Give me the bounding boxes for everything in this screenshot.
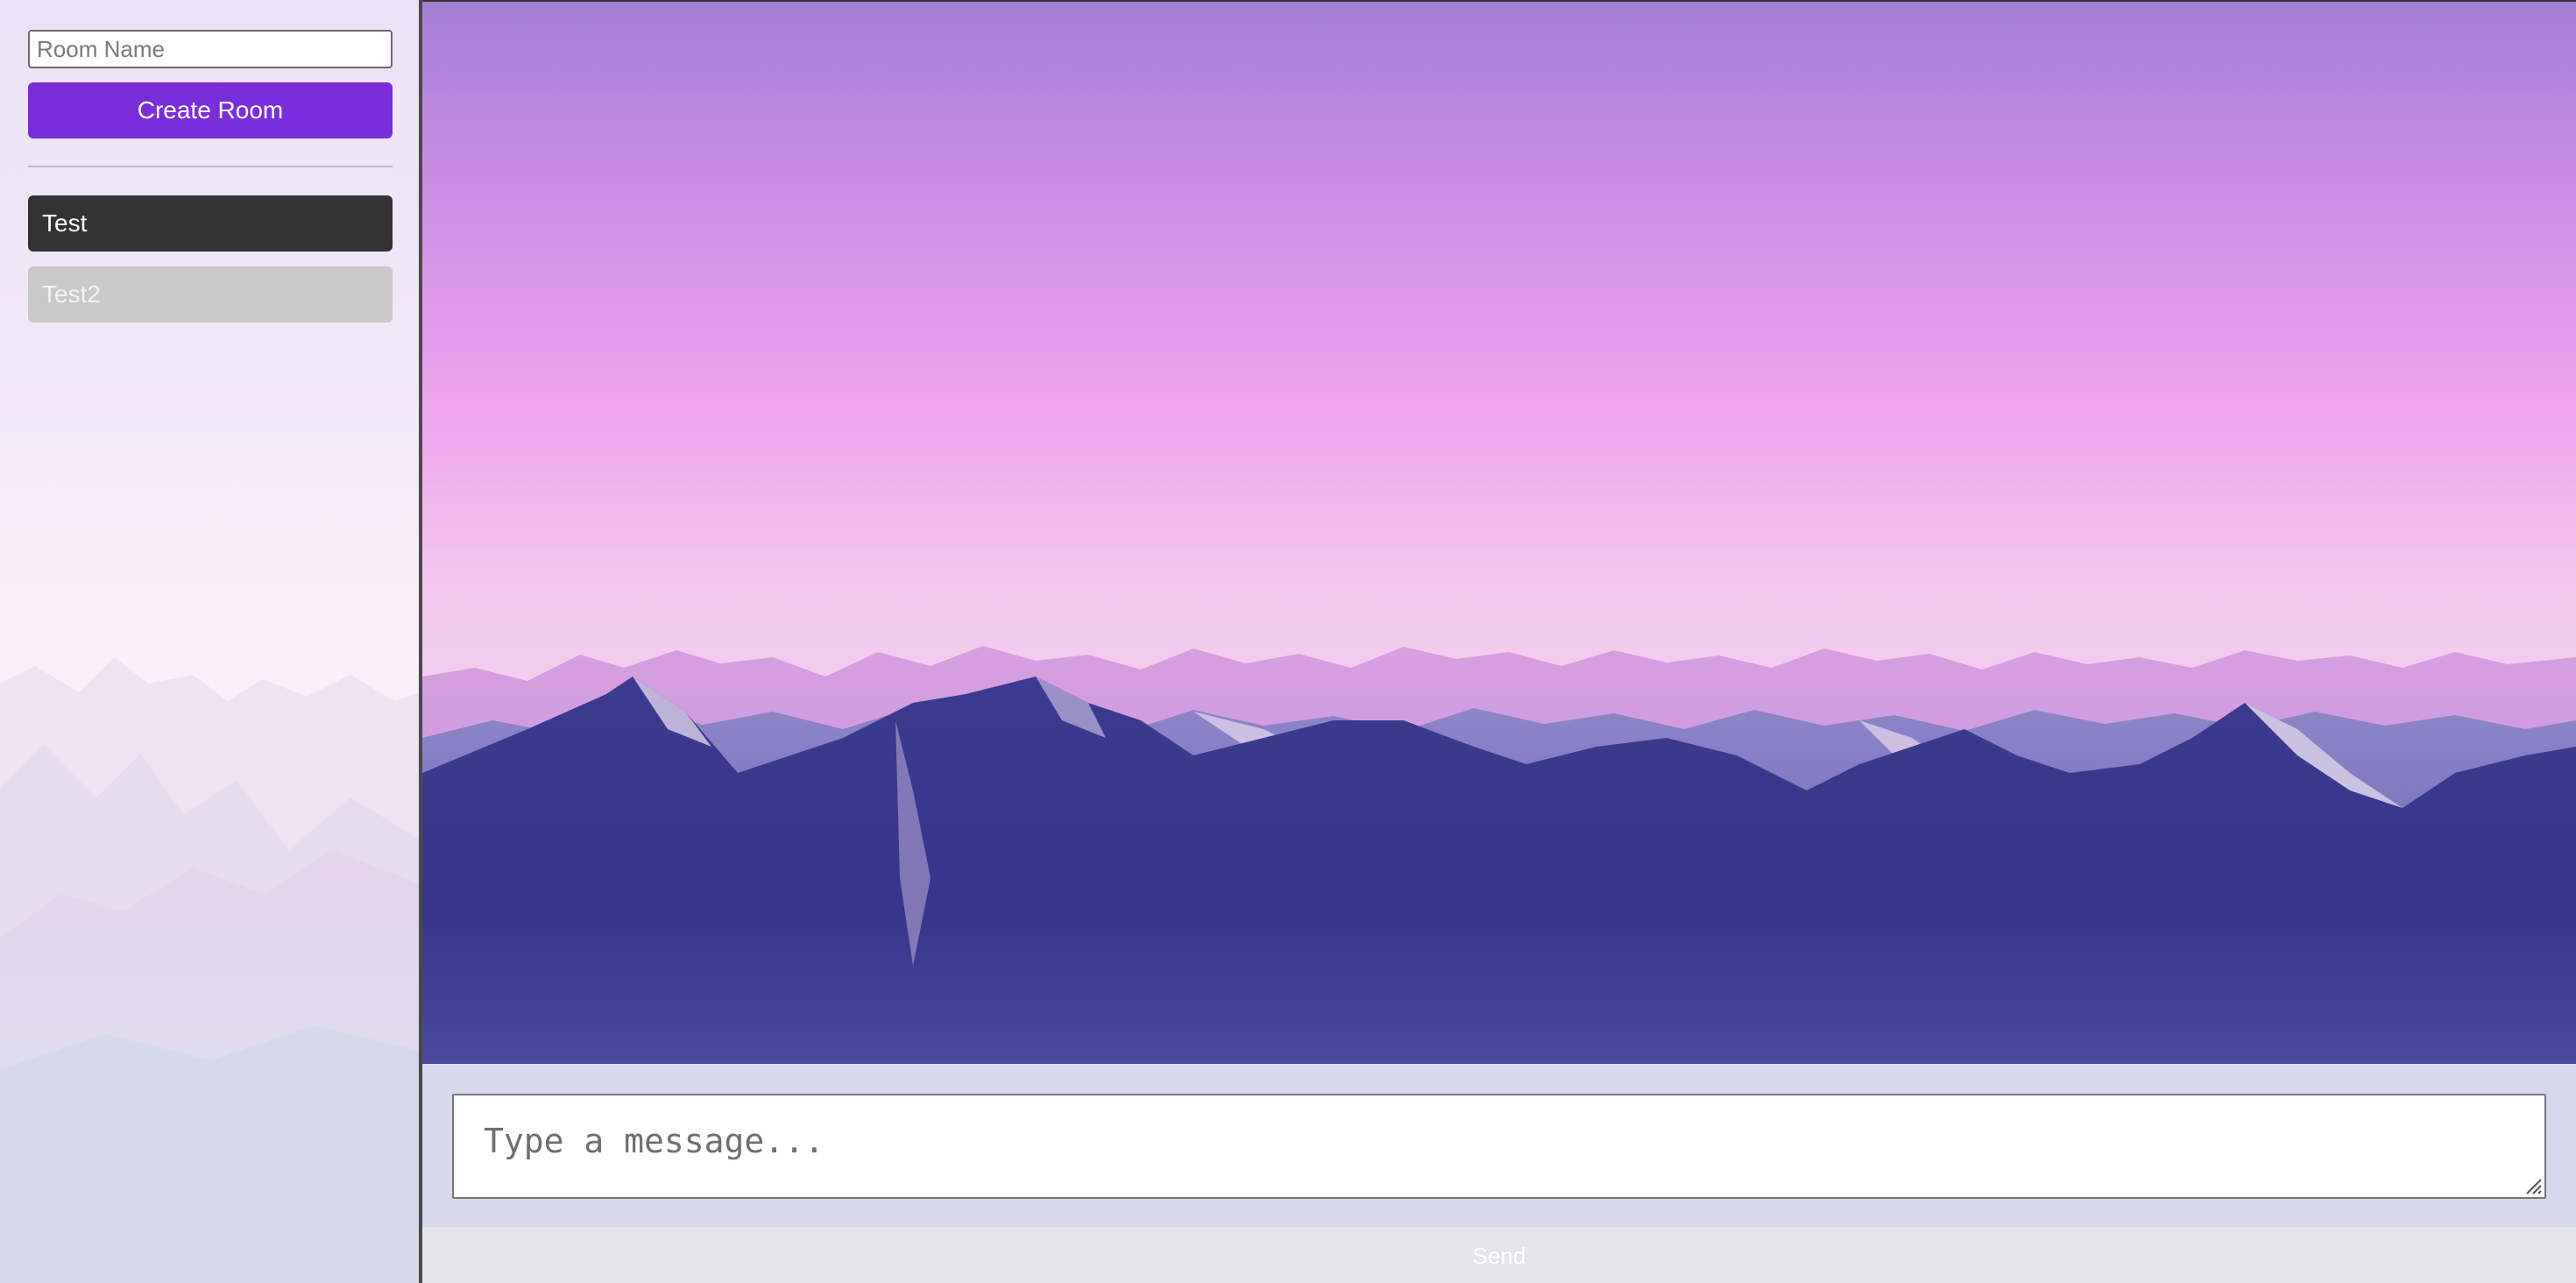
message-input[interactable] bbox=[452, 1094, 2546, 1199]
create-room-button[interactable]: Create Room bbox=[28, 82, 393, 138]
chat-main: Send bbox=[422, 0, 2576, 1283]
room-item-label: Test bbox=[42, 209, 88, 237]
room-name-input[interactable] bbox=[28, 30, 393, 68]
room-item-test2[interactable]: Test2 bbox=[28, 266, 393, 323]
room-item-label: Test2 bbox=[42, 280, 101, 308]
sidebar-background-image bbox=[0, 657, 419, 1283]
message-composer bbox=[422, 1064, 2576, 1227]
sidebar: Create Room Test Test2 bbox=[0, 0, 422, 1283]
mountain-background-image bbox=[422, 2, 2576, 1064]
chat-app: Create Room Test Test2 bbox=[0, 0, 2576, 1283]
resize-grip-icon[interactable] bbox=[2523, 1176, 2543, 1195]
sidebar-divider bbox=[28, 166, 393, 167]
room-item-test[interactable]: Test bbox=[28, 195, 393, 252]
send-button[interactable]: Send bbox=[422, 1227, 2576, 1283]
